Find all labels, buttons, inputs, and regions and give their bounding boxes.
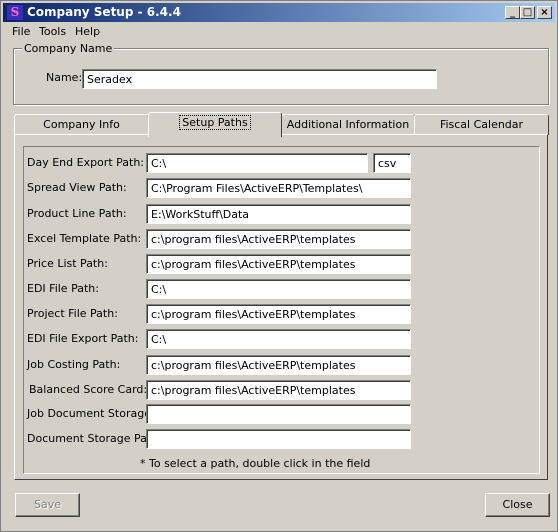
- spread-view-field[interactable]: C:\Program Files\ActiveERP\Templates\: [146, 178, 411, 198]
- company-setup-window: S Company Setup - 6.4.4 _ □ × File Tools…: [0, 0, 558, 532]
- excel-template-label: Excel Template Path:: [27, 232, 142, 245]
- window-title: Company Setup - 6.4.4: [27, 5, 181, 19]
- paths-frame: Day End Export Path: C:\ csv Spread View…: [23, 146, 540, 474]
- edi-file-label: EDI File Path:: [27, 282, 99, 295]
- save-button[interactable]: Save: [15, 493, 80, 517]
- price-list-label: Price List Path:: [27, 257, 108, 270]
- close-window-button[interactable]: ×: [537, 6, 552, 19]
- company-name-legend: Company Name: [22, 42, 115, 55]
- menu-tools[interactable]: Tools: [39, 25, 66, 38]
- title-bar: S Company Setup - 6.4.4 _ □ ×: [3, 3, 555, 22]
- name-label: Name:: [46, 71, 83, 84]
- balanced-score-card-label: Balanced Score Card:: [29, 383, 148, 396]
- document-storage-label: Document Storage Path:: [27, 432, 162, 445]
- maximize-button[interactable]: □: [520, 6, 535, 19]
- job-document-storage-field[interactable]: [146, 404, 411, 424]
- tab-label: Additional Information: [286, 118, 410, 131]
- project-file-field[interactable]: c:\program files\ActiveERP\templates: [146, 304, 411, 324]
- job-costing-label: Job Costing Path:: [27, 358, 121, 371]
- edi-file-field[interactable]: C:\: [146, 279, 411, 299]
- edi-file-export-label: EDI File Export Path:: [27, 332, 139, 345]
- excel-template-field[interactable]: c:\program files\ActiveERP\templates: [146, 229, 411, 249]
- balanced-score-card-field[interactable]: c:\program files\ActiveERP\templates: [146, 380, 411, 400]
- day-end-export-label: Day End Export Path:: [27, 156, 144, 169]
- tab-company-info[interactable]: Company Info: [14, 114, 149, 135]
- path-hint: * To select a path, double click in the …: [140, 457, 371, 470]
- job-costing-field[interactable]: c:\program files\ActiveERP\templates: [146, 355, 411, 375]
- tab-fiscal-calendar[interactable]: Fiscal Calendar: [414, 114, 549, 135]
- app-icon: S: [7, 5, 23, 20]
- day-end-extension-field[interactable]: csv: [373, 153, 411, 173]
- edi-file-export-field[interactable]: C:\: [146, 329, 411, 349]
- spread-view-label: Spread View Path:: [27, 181, 127, 194]
- product-line-label: Product Line Path:: [27, 207, 127, 220]
- menu-file[interactable]: File: [12, 25, 30, 38]
- minimize-button[interactable]: _: [505, 6, 520, 19]
- job-document-storage-label: Job Document Storage:: [27, 407, 155, 420]
- setup-paths-panel: Day End Export Path: C:\ csv Spread View…: [14, 134, 548, 480]
- price-list-field[interactable]: c:\program files\ActiveERP\templates: [146, 254, 411, 274]
- tab-setup-paths[interactable]: Setup Paths: [148, 112, 282, 137]
- tab-label: Fiscal Calendar: [439, 118, 524, 131]
- menu-bar: File Tools Help: [3, 23, 555, 41]
- project-file-label: Project File Path:: [27, 307, 118, 320]
- company-name-field[interactable]: Seradex: [82, 69, 437, 89]
- tab-label: Company Info: [43, 118, 120, 131]
- tab-label: Setup Paths: [179, 115, 251, 130]
- day-end-export-field[interactable]: C:\: [146, 153, 368, 173]
- close-button[interactable]: Close: [485, 493, 550, 517]
- tab-additional-information[interactable]: Additional Information: [281, 114, 415, 135]
- menu-help[interactable]: Help: [75, 25, 100, 38]
- product-line-field[interactable]: E:\WorkStuff\Data: [146, 204, 411, 224]
- document-storage-field[interactable]: [146, 429, 411, 449]
